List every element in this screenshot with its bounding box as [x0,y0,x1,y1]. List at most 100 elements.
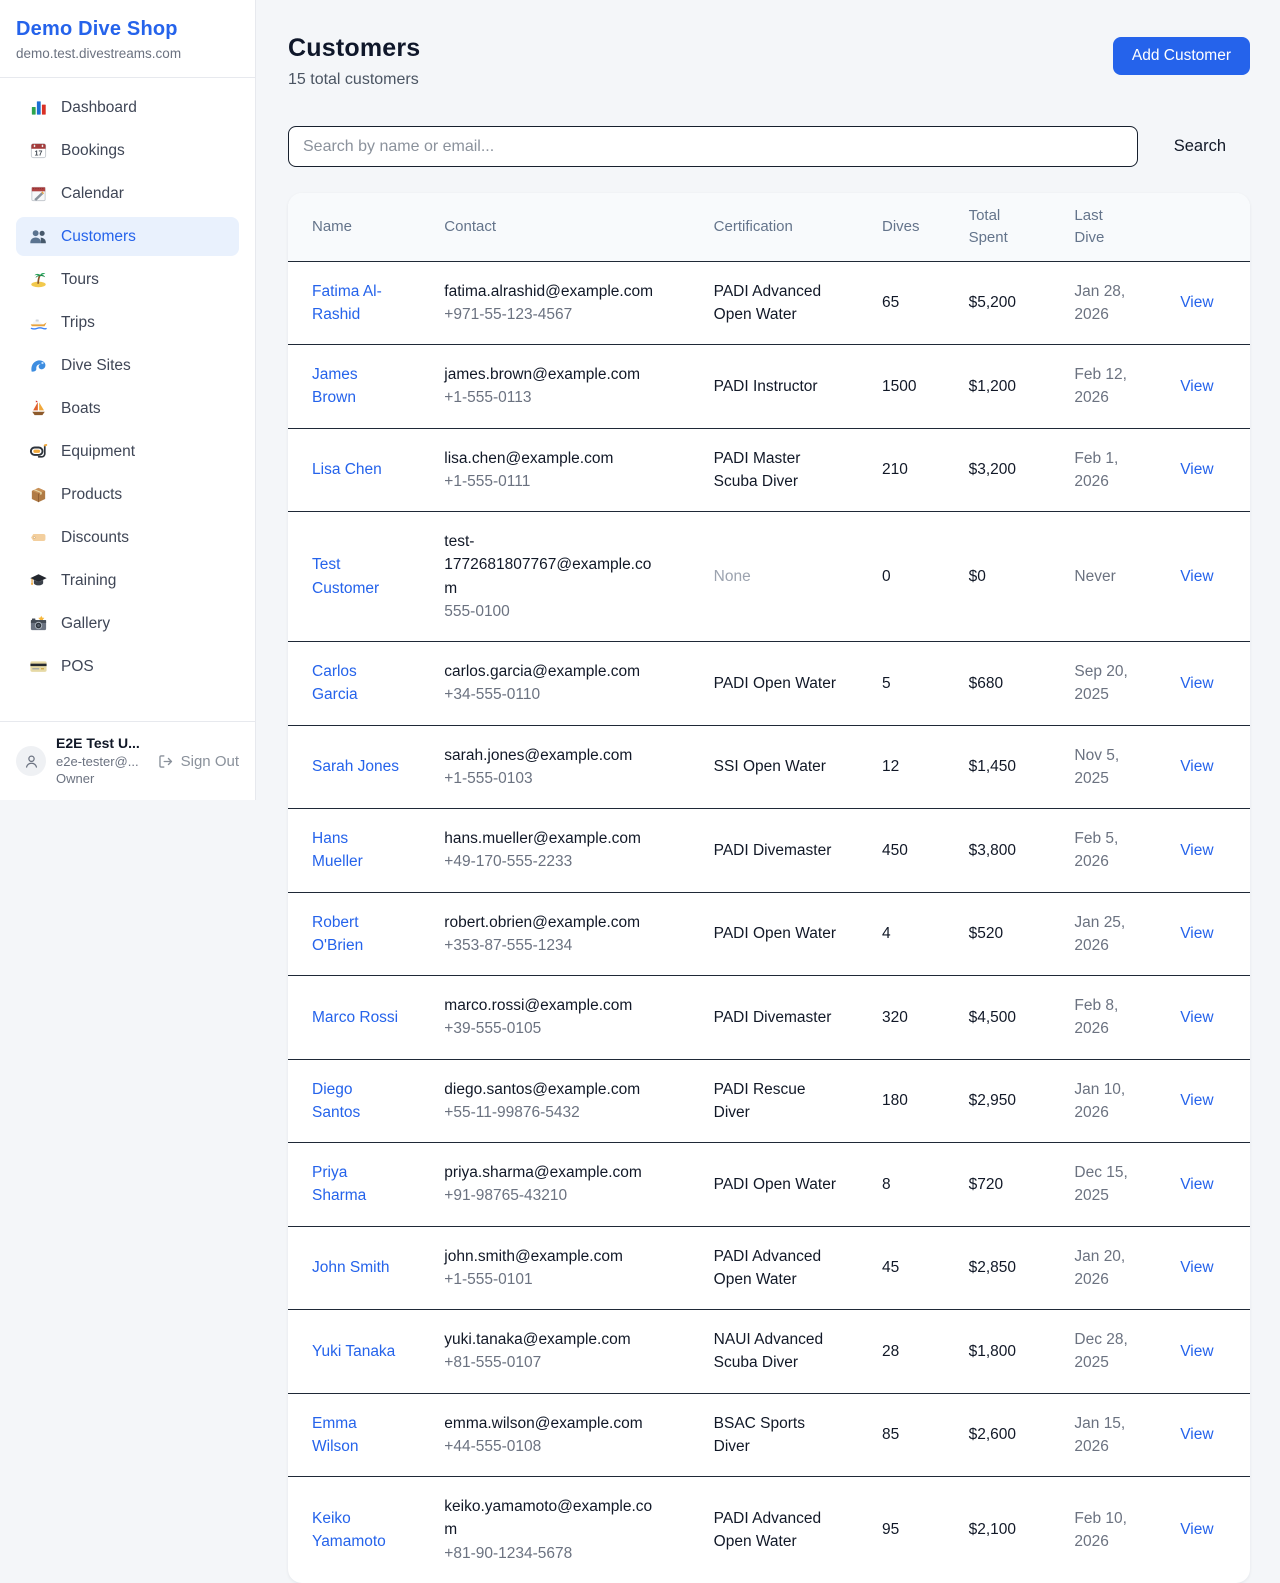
customer-name-link[interactable]: Priya Sharma [312,1161,400,1208]
total-spent: $2,850 [969,1259,1016,1276]
customer-email: james.brown@example.com [444,363,640,386]
total-spent: $4,500 [969,1009,1016,1026]
table-body: Fatima Al-Rashid fatima.alrashid@example.… [288,261,1250,1583]
view-link[interactable]: View [1180,1521,1213,1538]
table-header-row: NameContactCertificationDivesTotal Spent… [288,193,1250,261]
certification: PADI Advanced Open Water [714,1507,839,1554]
last-dive-date: Jan 10, 2026 [1074,1078,1144,1125]
view-link[interactable]: View [1180,842,1213,859]
user-meta: E2E Test U... e2e-tester@... Owner [56,734,140,788]
last-dive-date: Sep 20, 2025 [1074,660,1144,707]
sidebar-item-customers[interactable]: Customers [16,217,239,256]
view-link[interactable]: View [1180,1426,1213,1443]
last-dive-date: Feb 1, 2026 [1074,447,1144,494]
sidebar-item-dive-sites[interactable]: Dive Sites [16,346,239,385]
customer-name-link[interactable]: Robert O'Brien [312,911,400,958]
sidebar-item-label: POS [61,658,94,676]
customer-name-link[interactable]: Emma Wilson [312,1412,400,1459]
customer-name-link[interactable]: Lisa Chen [312,458,382,481]
view-link[interactable]: View [1180,1259,1213,1276]
column-header-certification: Certification [702,193,870,261]
view-link[interactable]: View [1180,925,1213,942]
sidebar-item-pos[interactable]: POS [16,647,239,686]
customer-name-link[interactable]: Fatima Al-Rashid [312,280,400,327]
table-row: Yuki Tanakayuki.tanaka@example.com+81-55… [288,1310,1250,1394]
customer-email: sarah.jones@example.com [444,744,632,767]
sidebar-item-trips[interactable]: Trips [16,303,239,342]
customer-phone: +44-555-0108 [444,1435,689,1458]
sidebar-item-products[interactable]: Products [16,475,239,514]
dives-count: 5 [882,675,891,692]
customer-phone: +353-87-555-1234 [444,934,689,957]
sidebar-item-bookings[interactable]: 17 Bookings [16,131,239,170]
customer-email: fatima.alrashid@example.com [444,280,653,303]
customer-phone: +34-555-0110 [444,683,689,706]
view-link[interactable]: View [1180,1092,1213,1109]
camera-icon [28,614,48,633]
last-dive-date: Jan 15, 2026 [1074,1412,1144,1459]
sign-out-label: Sign Out [181,753,239,770]
customer-name-link[interactable]: Hans Mueller [312,827,400,874]
view-link[interactable]: View [1180,378,1213,395]
certification: PADI Divemaster [714,1006,832,1029]
customer-name-link[interactable]: Keiko Yamamoto [312,1507,400,1554]
view-link[interactable]: View [1180,675,1213,692]
view-link[interactable]: View [1180,1176,1213,1193]
customer-name-link[interactable]: Marco Rossi [312,1006,398,1029]
customer-name-link[interactable]: Diego Santos [312,1078,400,1125]
sidebar-item-training[interactable]: Training [16,561,239,600]
sidebar-item-label: Bookings [61,142,125,160]
customer-name-link[interactable]: Carlos Garcia [312,660,400,707]
sidebar-item-label: Products [61,486,122,504]
dives-count: 1500 [882,378,916,395]
last-dive-date: Never [1074,565,1115,588]
customer-name-link[interactable]: Yuki Tanaka [312,1340,395,1363]
customer-email: marco.rossi@example.com [444,994,632,1017]
total-spent: $5,200 [969,294,1016,311]
total-spent: $0 [969,568,986,585]
sign-out-button[interactable]: Sign Out [157,753,239,770]
view-link[interactable]: View [1180,461,1213,478]
search-button[interactable]: Search [1164,131,1236,162]
customer-email: hans.mueller@example.com [444,827,641,850]
last-dive-date: Feb 12, 2026 [1074,363,1144,410]
customer-email: diego.santos@example.com [444,1078,640,1101]
sidebar-item-tours[interactable]: Tours [16,260,239,299]
sidebar-item-calendar[interactable]: Calendar [16,174,239,213]
sidebar-item-label: Discounts [61,529,129,547]
sidebar-item-dashboard[interactable]: Dashboard [16,88,239,127]
customer-email: test-1772681807767@example.com [444,530,653,600]
view-link[interactable]: View [1180,294,1213,311]
customer-name-link[interactable]: Sarah Jones [312,755,399,778]
customer-name-link[interactable]: John Smith [312,1256,390,1279]
last-dive-date: Jan 20, 2026 [1074,1245,1144,1292]
customer-count: 15 total customers [288,71,420,89]
add-customer-button[interactable]: Add Customer [1113,37,1250,75]
table-row: Sarah Jones sarah.jones@example.com+1-555… [288,725,1250,809]
dives-count: 450 [882,842,908,859]
view-link[interactable]: View [1180,758,1213,775]
view-link[interactable]: View [1180,568,1213,585]
user-section: E2E Test U... e2e-tester@... Owner Sign … [0,721,255,800]
certification: SSI Open Water [714,755,826,778]
customer-name-link[interactable]: James Brown [312,363,400,410]
search-input[interactable] [288,126,1138,167]
customer-name-link[interactable]: Test Customer [312,553,400,600]
column-header-total-spent: Total Spent [957,193,1063,261]
column-header-dives: Dives [870,193,957,261]
view-link[interactable]: View [1180,1343,1213,1360]
customer-phone: +1-555-0103 [444,767,689,790]
sidebar-item-boats[interactable]: Boats [16,389,239,428]
sidebar-item-equipment[interactable]: Equipment [16,432,239,471]
dives-count: 12 [882,758,899,775]
view-link[interactable]: View [1180,1009,1213,1026]
svg-text:17: 17 [34,149,42,157]
column-header-name: Name [288,193,432,261]
sidebar: Demo Dive Shop demo.test.divestreams.com… [0,0,256,800]
shop-name[interactable]: Demo Dive Shop [16,18,239,41]
sidebar-item-gallery[interactable]: Gallery [16,604,239,643]
sidebar-item-discounts[interactable]: Discounts [16,518,239,557]
customer-email: yuki.tanaka@example.com [444,1328,630,1351]
customers-table-card: NameContactCertificationDivesTotal Spent… [288,193,1250,1583]
dives-count: 45 [882,1259,899,1276]
